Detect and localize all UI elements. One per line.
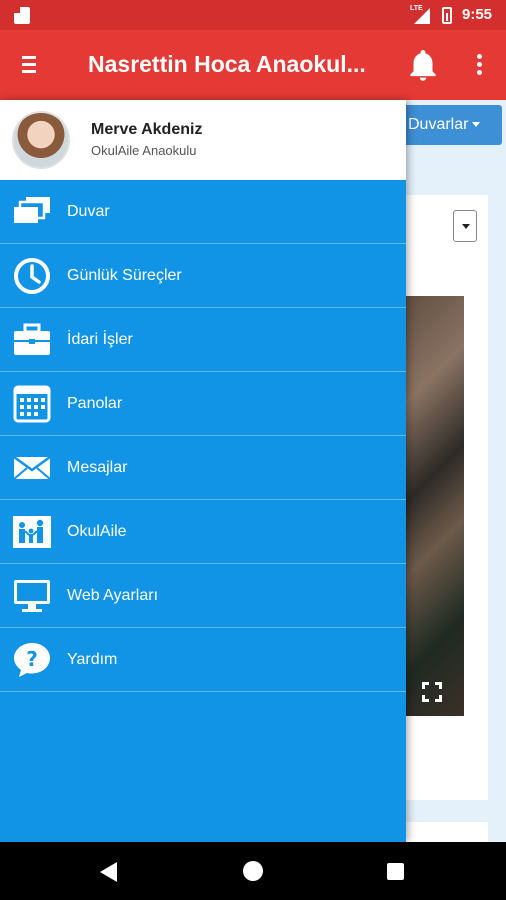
drawer-item-label: Yardım xyxy=(67,651,118,668)
layers-icon xyxy=(12,193,52,231)
family-icon xyxy=(12,513,52,551)
notification-bell-icon[interactable] xyxy=(404,46,442,84)
navigation-bar xyxy=(0,842,506,900)
drawer-item-idari-isler[interactable]: İdari İşler xyxy=(0,308,406,372)
drawer-item-web-ayarlari[interactable]: Web Ayarları xyxy=(0,564,406,628)
user-school: OkulAile Anaokulu xyxy=(91,143,197,158)
caret-down-icon xyxy=(472,122,481,128)
back-icon[interactable] xyxy=(100,862,117,882)
drawer-item-label: Web Ayarları xyxy=(67,587,159,604)
app-bar: Nasrettin Hoca Anaokul... xyxy=(0,30,506,100)
navigation-drawer: Merve Akdeniz OkulAile Anaokulu Duvar Gü… xyxy=(0,100,406,842)
drawer-item-label: Duvar xyxy=(67,203,110,220)
post-options-dropdown[interactable] xyxy=(453,210,477,242)
drawer-menu: Duvar Günlük Süreçler İdari İşler Panola… xyxy=(0,180,406,692)
drawer-item-duvar[interactable]: Duvar xyxy=(0,180,406,244)
clock-icon xyxy=(12,257,52,295)
envelope-icon xyxy=(12,449,52,487)
recent-apps-icon[interactable] xyxy=(387,863,404,880)
monitor-icon xyxy=(12,577,52,615)
app-title: Nasrettin Hoca Anaokul... xyxy=(88,51,366,77)
drawer-item-mesajlar[interactable]: Mesajlar xyxy=(0,436,406,500)
fullscreen-icon[interactable] xyxy=(420,680,444,704)
briefcase-icon xyxy=(12,321,52,359)
drawer-item-label: Mesajlar xyxy=(67,459,128,476)
battery-icon xyxy=(442,7,452,24)
home-icon[interactable] xyxy=(243,861,263,881)
drawer-item-label: Panolar xyxy=(67,395,123,412)
drawer-item-label: Günlük Süreçler xyxy=(67,267,182,284)
drawer-item-okulaile[interactable]: OkulAile xyxy=(0,500,406,564)
signal-icon xyxy=(414,8,430,24)
drawer-item-gunluk-surecler[interactable]: Günlük Süreçler xyxy=(0,244,406,308)
help-icon: ? xyxy=(12,641,52,679)
walls-button-label: Duvarlar xyxy=(408,116,469,133)
more-options-icon[interactable] xyxy=(470,52,490,78)
svg-text:?: ? xyxy=(26,647,38,671)
calendar-icon xyxy=(12,385,52,423)
drawer-item-label: İdari İşler xyxy=(67,331,133,348)
user-name: Merve Akdeniz xyxy=(91,121,203,138)
drawer-item-label: OkulAile xyxy=(67,523,127,540)
status-bar: LTE 9:55 xyxy=(0,0,506,30)
sd-card-icon xyxy=(14,7,30,24)
drawer-item-yardim[interactable]: ? Yardım xyxy=(0,628,406,692)
menu-icon[interactable] xyxy=(22,56,38,74)
status-time: 9:55 xyxy=(462,6,493,23)
avatar[interactable] xyxy=(12,111,70,169)
walls-dropdown-button[interactable]: Duvarlar xyxy=(400,105,502,145)
drawer-item-panolar[interactable]: Panolar xyxy=(0,372,406,436)
drawer-header: Merve Akdeniz OkulAile Anaokulu xyxy=(0,100,406,180)
